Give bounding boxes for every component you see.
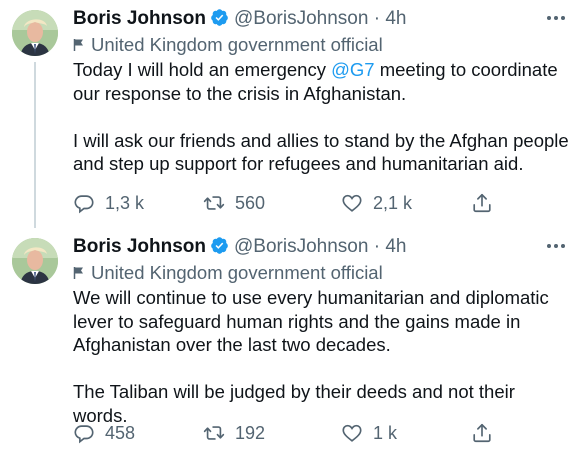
like-count: 2,1 k — [373, 192, 413, 213]
retweet-icon — [203, 196, 225, 210]
verified-badge-icon — [211, 237, 228, 254]
tweet-text: We will continue to use every humanitari… — [73, 286, 573, 427]
retweet-count: 560 — [235, 192, 266, 213]
author-name[interactable]: Boris Johnson — [73, 8, 206, 29]
retweet-count: 192 — [235, 422, 266, 443]
author-handle[interactable]: @BorisJohnson — [234, 8, 368, 29]
text-paragraph: I will ask our friends and allies to sta… — [73, 129, 569, 175]
share-icon — [473, 423, 491, 443]
like-button[interactable]: 1 k — [341, 420, 397, 446]
verified-badge-icon — [211, 9, 228, 26]
text-paragraph: We will continue to use every humanitari… — [73, 287, 549, 355]
reply-icon — [74, 425, 94, 444]
flag-icon — [73, 267, 83, 279]
avatar[interactable] — [12, 238, 58, 284]
tweet[interactable]: Boris Johnson @BorisJohnson · 4h United K… — [0, 0, 578, 228]
government-label[interactable]: United Kingdom government official — [73, 34, 383, 56]
government-label[interactable]: United Kingdom government official — [73, 262, 383, 284]
heart-icon — [342, 194, 362, 212]
tweet-actions: 458 192 1 k — [73, 420, 503, 446]
avatar[interactable] — [12, 10, 58, 56]
timestamp[interactable]: 4h — [385, 236, 406, 257]
more-dots-icon — [547, 16, 565, 20]
more-options-button[interactable] — [544, 8, 568, 28]
share-icon — [473, 193, 491, 213]
reply-button[interactable]: 458 — [73, 420, 135, 446]
label-text: United Kingdom government official — [91, 34, 383, 55]
separator: · — [373, 236, 381, 257]
separator: · — [373, 8, 381, 29]
avatar-image — [12, 238, 58, 284]
text-segment: Today I will hold an emergency — [73, 59, 332, 80]
retweet-button[interactable]: 560 — [203, 190, 265, 216]
timestamp[interactable]: 4h — [385, 8, 406, 29]
tweet-header: Boris Johnson @BorisJohnson · 4h — [73, 8, 406, 30]
tweet[interactable]: Boris Johnson @BorisJohnson · 4h United K… — [0, 228, 578, 454]
reply-count: 458 — [105, 422, 136, 443]
like-button[interactable]: 2,1 k — [341, 190, 412, 216]
thread-connector — [34, 62, 36, 228]
reply-icon — [74, 195, 94, 214]
retweet-button[interactable]: 192 — [203, 420, 265, 446]
retweet-icon — [203, 426, 225, 440]
author-name[interactable]: Boris Johnson — [73, 236, 206, 257]
like-count: 1 k — [373, 422, 398, 443]
mention-link[interactable]: @G7 — [331, 59, 374, 80]
heart-icon — [342, 424, 362, 442]
more-dots-icon — [547, 244, 565, 248]
tweet-header: Boris Johnson @BorisJohnson · 4h — [73, 236, 406, 258]
avatar-image — [12, 10, 58, 56]
author-handle[interactable]: @BorisJohnson — [234, 236, 368, 257]
reply-count: 1,3 k — [105, 192, 145, 213]
share-button[interactable] — [471, 420, 503, 446]
reply-button[interactable]: 1,3 k — [73, 190, 144, 216]
tweet-text: Today I will hold an emergency @G7 meeti… — [73, 58, 573, 176]
share-button[interactable] — [471, 190, 503, 216]
more-options-button[interactable] — [544, 236, 568, 256]
tweet-actions: 1,3 k 560 2,1 k — [73, 190, 503, 216]
label-text: United Kingdom government official — [91, 262, 383, 283]
flag-icon — [73, 39, 83, 51]
